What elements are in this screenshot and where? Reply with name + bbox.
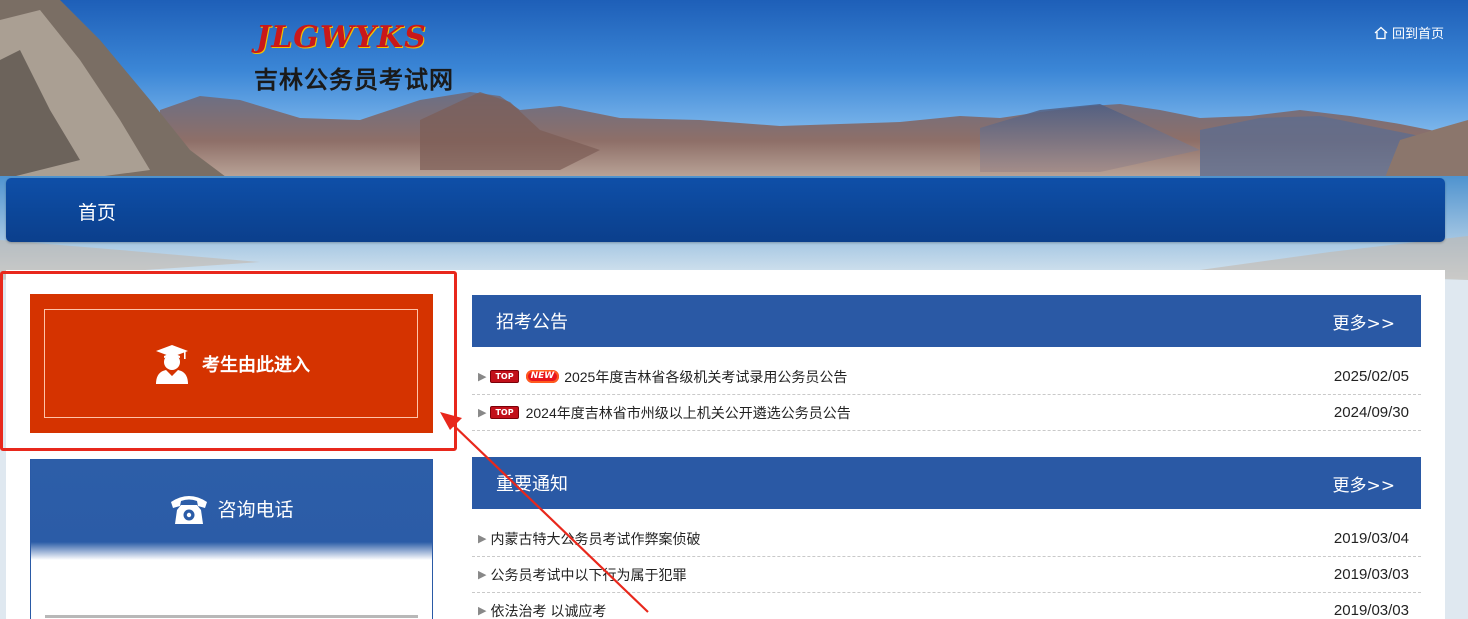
consult-phone-panel: 咨询电话 [30,459,433,619]
student-entry-inner: 考生由此进入 [44,309,418,418]
list-item[interactable]: ▶ 内蒙古特大公务员考试作弊案侦破 2019/03/04 [472,521,1421,557]
top-badge: TOP [490,406,519,419]
section-title: 招考公告 [496,312,568,333]
new-badge: NEW [525,370,560,383]
site-logo-en: JLGWYKS [256,20,427,55]
consult-phone-label: 咨询电话 [217,498,294,521]
triangle-bullet-icon: ▶ [478,569,487,581]
section-header: 招考公告 更多>> [472,295,1421,347]
more-link[interactable]: 更多>> [1333,309,1396,334]
news-date: 2019/03/04 [1333,530,1409,547]
news-title: 内蒙古特大公务员考试作弊案侦破 [490,530,701,547]
news-date: 2019/03/03 [1333,566,1409,583]
site-logo-cn: 吉林公务员考试网 [254,66,454,94]
news-title: 依法治考 以诚应考 [490,602,607,619]
section-header: 重要通知 更多>> [472,457,1421,509]
list-item[interactable]: ▶ 公务员考试中以下行为属于犯罪 2019/03/03 [472,557,1421,593]
news-list: ▶ 内蒙古特大公务员考试作弊案侦破 2019/03/04 ▶ 公务员考试中以下行… [472,521,1421,619]
top-badge: TOP [490,370,519,383]
news-date: 2025/02/05 [1333,368,1409,385]
section-notices: 重要通知 更多>> ▶ 内蒙古特大公务员考试作弊案侦破 2019/03/04 ▶… [472,457,1421,619]
divider [45,615,418,618]
news-title: 2025年度吉林省各级机关考试录用公务员公告 [564,368,848,385]
list-item[interactable]: ▶ TOP NEW 2025年度吉林省各级机关考试录用公务员公告 2025/02… [472,359,1421,395]
triangle-bullet-icon: ▶ [478,371,487,383]
telephone-icon [171,496,208,524]
list-item[interactable]: ▶ TOP 2024年度吉林省市州级以上机关公开遴选公务员公告 2024/09/… [472,395,1421,431]
triangle-bullet-icon: ▶ [478,533,487,545]
list-item[interactable]: ▶ 依法治考 以诚应考 2019/03/03 [472,593,1421,619]
news-title: 2024年度吉林省市州级以上机关公开遴选公务员公告 [525,404,851,421]
triangle-bullet-icon: ▶ [478,407,487,419]
main-nav: 首页 [6,178,1445,242]
more-link[interactable]: 更多>> [1333,471,1396,496]
section-title: 重要通知 [496,474,568,495]
news-list: ▶ TOP NEW 2025年度吉林省各级机关考试录用公务员公告 2025/02… [472,359,1421,431]
consult-phone-header: 咨询电话 [31,460,432,560]
home-link-label: 回到首页 [1391,26,1444,41]
nav-item-home[interactable]: 首页 [78,198,116,225]
news-date: 2024/09/30 [1333,404,1409,421]
news-title: 公务员考试中以下行为属于犯罪 [490,566,687,583]
student-entry-label: 考生由此进入 [202,354,310,376]
triangle-bullet-icon: ▶ [478,605,487,617]
graduate-avatar-icon [156,344,188,384]
home-link[interactable]: 回到首页 [1374,23,1444,42]
news-date: 2019/03/03 [1333,602,1409,619]
student-entry-button[interactable]: 考生由此进入 [30,294,433,433]
section-announcements: 招考公告 更多>> ▶ TOP NEW 2025年度吉林省各级机关考试录用公务员… [472,295,1421,431]
home-icon [1374,26,1388,39]
